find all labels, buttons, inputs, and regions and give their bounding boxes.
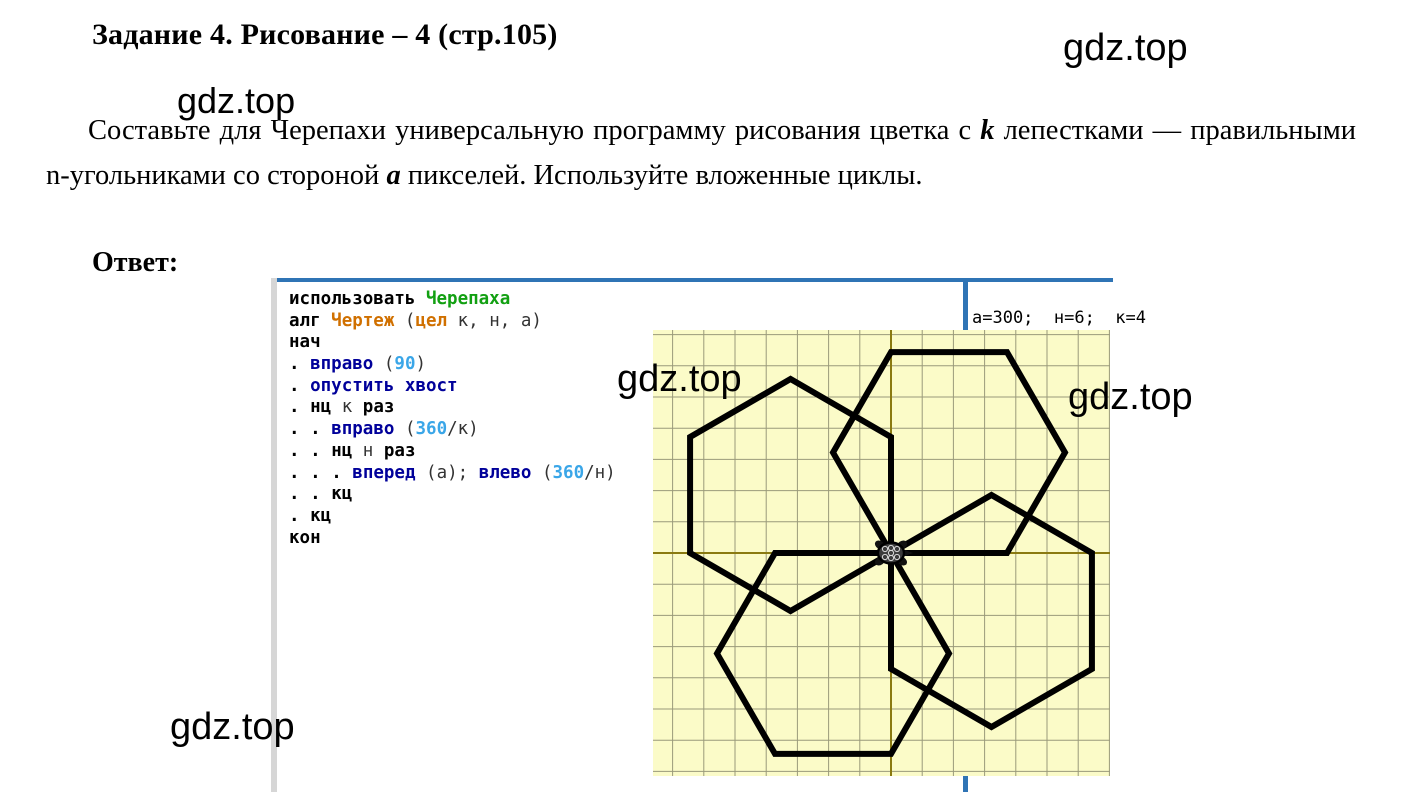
code-line: . . вправо (360/к) — [289, 419, 616, 441]
code-token: . — [310, 440, 321, 461]
code-token: . — [289, 397, 300, 418]
panel-top-border — [277, 278, 1113, 282]
code-token: ( — [541, 462, 553, 483]
code-token: кц — [331, 484, 353, 505]
code-token: /н) — [584, 462, 616, 483]
code-token: кон — [289, 527, 321, 548]
code-line: . . кц — [289, 484, 616, 506]
code-token: . — [331, 462, 342, 483]
statement-variable-a: a — [386, 160, 401, 191]
code-line: кон — [289, 528, 616, 550]
code-token: к, н, а) — [447, 310, 542, 331]
code-token: вперед — [352, 462, 427, 483]
params-caption: a=300; н=6; к=4 — [972, 308, 1146, 328]
code-token: ( — [383, 354, 395, 375]
code-token: к — [331, 397, 363, 418]
code-token: . — [310, 419, 321, 440]
code-listing: использовать Черепаха алг Чертеж (цел к, … — [289, 289, 616, 549]
code-token: . — [310, 484, 321, 505]
code-token: . — [310, 462, 321, 483]
code-token: вправо — [331, 419, 405, 440]
watermark: gdz.top — [617, 358, 742, 400]
page-root: Задание 4. Рисование – 4 (стр.105) Соста… — [0, 0, 1423, 792]
code-token: (а); — [426, 462, 479, 483]
code-token: нач — [289, 332, 321, 353]
code-line: алг Чертеж (цел к, н, а) — [289, 311, 616, 333]
code-token: цел — [415, 310, 448, 331]
code-line: нач — [289, 332, 616, 354]
code-line: . нц к раз — [289, 397, 616, 419]
code-token: влево — [478, 462, 542, 483]
code-token: . — [289, 375, 300, 396]
watermark: gdz.top — [1068, 376, 1193, 418]
code-token: нц — [310, 397, 332, 418]
statement-variable-k: k — [980, 115, 995, 146]
panel-bottom-divider-tick — [963, 776, 968, 792]
code-line: . вправо (90) — [289, 354, 616, 376]
code-token: . — [289, 354, 300, 375]
code-token: нц — [331, 440, 353, 461]
answer-label: Ответ: — [92, 247, 179, 278]
code-token: . — [289, 484, 300, 505]
code-token: 90 — [394, 354, 416, 375]
code-token: кц — [310, 505, 332, 526]
code-token: /к) — [447, 419, 479, 440]
watermark: gdz.top — [1063, 27, 1188, 69]
code-token: опустить хвост — [310, 375, 458, 396]
page-title: Задание 4. Рисование – 4 (стр.105) — [92, 18, 558, 51]
code-line: использовать Черепаха — [289, 289, 616, 311]
code-line: . опустить хвост — [289, 376, 616, 398]
code-line: . кц — [289, 506, 616, 528]
code-token: вправо — [310, 354, 384, 375]
code-token: алг — [289, 310, 332, 331]
code-line: . . . вперед (а); влево (360/н) — [289, 463, 616, 485]
code-line: . . нц н раз — [289, 441, 616, 463]
code-token: . — [289, 419, 300, 440]
watermark: gdz.top — [170, 706, 295, 748]
code-token: 360 — [415, 419, 448, 440]
code-token: ( — [404, 419, 416, 440]
statement-text-3: пикселей. Используйте вложенные циклы. — [400, 160, 923, 191]
code-token: ) — [415, 354, 427, 375]
code-token: . — [289, 462, 300, 483]
code-token: 360 — [552, 462, 585, 483]
program-screenshot-panel: использовать Черепаха алг Чертеж (цел к, … — [271, 278, 1146, 792]
code-token: ( — [404, 310, 416, 331]
code-token: Чертеж — [331, 310, 405, 331]
code-token: . — [289, 505, 300, 526]
code-token: раз — [362, 397, 395, 418]
code-token: использовать — [289, 289, 426, 309]
code-token: . — [289, 440, 300, 461]
code-token: н — [352, 440, 384, 461]
watermark: gdz.top — [177, 80, 296, 121]
code-token: раз — [383, 440, 416, 461]
code-token: Черепаха — [425, 289, 511, 309]
